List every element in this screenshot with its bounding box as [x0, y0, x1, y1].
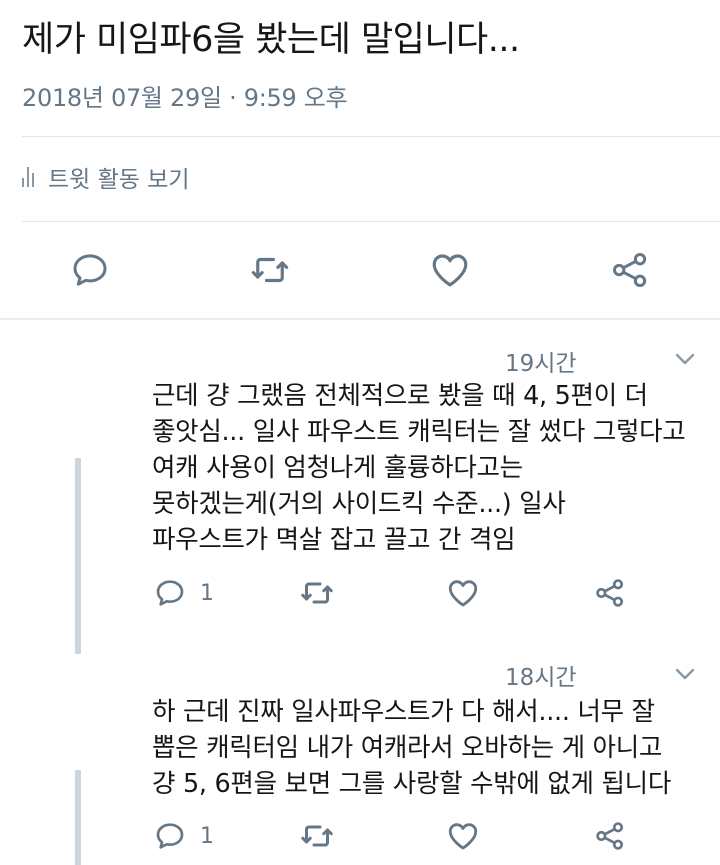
- divider: [22, 136, 720, 137]
- retweet-icon[interactable]: [299, 816, 335, 856]
- tweet-text: 제가 미임파6을 봤는데 말입니다...: [22, 20, 520, 60]
- reply-button[interactable]: 1: [154, 816, 214, 856]
- tweet-activity-label: 트윗 활동 보기: [48, 167, 190, 193]
- reply-icon[interactable]: [68, 248, 112, 292]
- reply-text: 하 근데 진짜 일사파우스트가 다 해서.... 너무 잘 뽑은 캐릭터임 내가…: [152, 697, 671, 799]
- reply-icon: [156, 580, 184, 606]
- tweet-activity-link[interactable]: 트윗 활동 보기: [22, 160, 190, 194]
- retweet-icon[interactable]: [299, 573, 335, 613]
- reply-tweet[interactable]: 18시간 하 근데 진짜 일사파우스트가 다 해서.... 너무 잘 뽑은 캐릭…: [0, 645, 720, 865]
- reply-count: 1: [200, 580, 214, 606]
- retweet-icon[interactable]: [248, 248, 292, 292]
- heart-icon[interactable]: [446, 573, 480, 613]
- reply-button[interactable]: 1: [154, 573, 214, 613]
- section-divider: [0, 318, 720, 320]
- reply-text: 근데 걍 그랬음 전체적으로 봤을 때 4, 5편이 더 좋앗심... 일사 파…: [152, 381, 686, 555]
- tweet-timestamp: 2018년 07월 29일 · 9:59 오후: [22, 84, 348, 112]
- reply-time: 18시간: [505, 665, 577, 691]
- reply-icon: [156, 823, 184, 849]
- heart-icon[interactable]: [428, 248, 472, 292]
- reply-action-bar: 1: [0, 573, 720, 613]
- tweet-action-bar: [0, 240, 720, 300]
- share-icon[interactable]: [594, 816, 626, 856]
- divider: [22, 221, 720, 222]
- reply-tweet[interactable]: 19시간 근데 걍 그랬음 전체적으로 봤을 때 4, 5편이 더 좋앗심...…: [0, 330, 720, 630]
- reply-time: 19시간: [505, 351, 577, 377]
- heart-icon[interactable]: [446, 816, 480, 856]
- analytics-icon: [22, 167, 34, 187]
- chevron-down-icon[interactable]: [674, 352, 696, 366]
- reply-action-bar: 1: [0, 816, 720, 856]
- share-icon[interactable]: [608, 248, 652, 292]
- chevron-down-icon[interactable]: [674, 667, 696, 681]
- reply-count: 1: [200, 823, 214, 849]
- share-icon[interactable]: [594, 573, 626, 613]
